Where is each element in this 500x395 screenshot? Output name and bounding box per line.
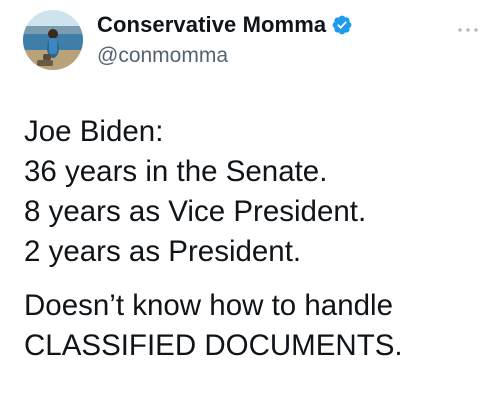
more-options-icon[interactable] — [456, 22, 480, 32]
author-display-name[interactable]: Conservative Momma — [97, 12, 326, 38]
tweet-line: 36 years in the Senate. — [24, 155, 328, 188]
tweet-line: CLASSIFIED DOCUMENTS. — [24, 329, 403, 362]
author-handle[interactable]: @conmomma — [97, 44, 228, 68]
tweet-card: Conservative Momma @conmomma Joe Biden: … — [0, 0, 500, 395]
author-avatar[interactable] — [23, 10, 83, 70]
tweet-text: Joe Biden: 36 years in the Senate. 8 yea… — [24, 112, 494, 366]
tweet-line: 8 years as Vice President. — [24, 195, 367, 228]
verified-badge-icon — [331, 14, 353, 36]
avatar-image — [23, 10, 83, 70]
tweet-line: Joe Biden: — [24, 115, 164, 148]
author-name-row: Conservative Momma — [97, 10, 353, 40]
tweet-line: 2 years as President. — [24, 235, 302, 268]
tweet-line: Doesn’t know how to handle — [24, 289, 393, 322]
